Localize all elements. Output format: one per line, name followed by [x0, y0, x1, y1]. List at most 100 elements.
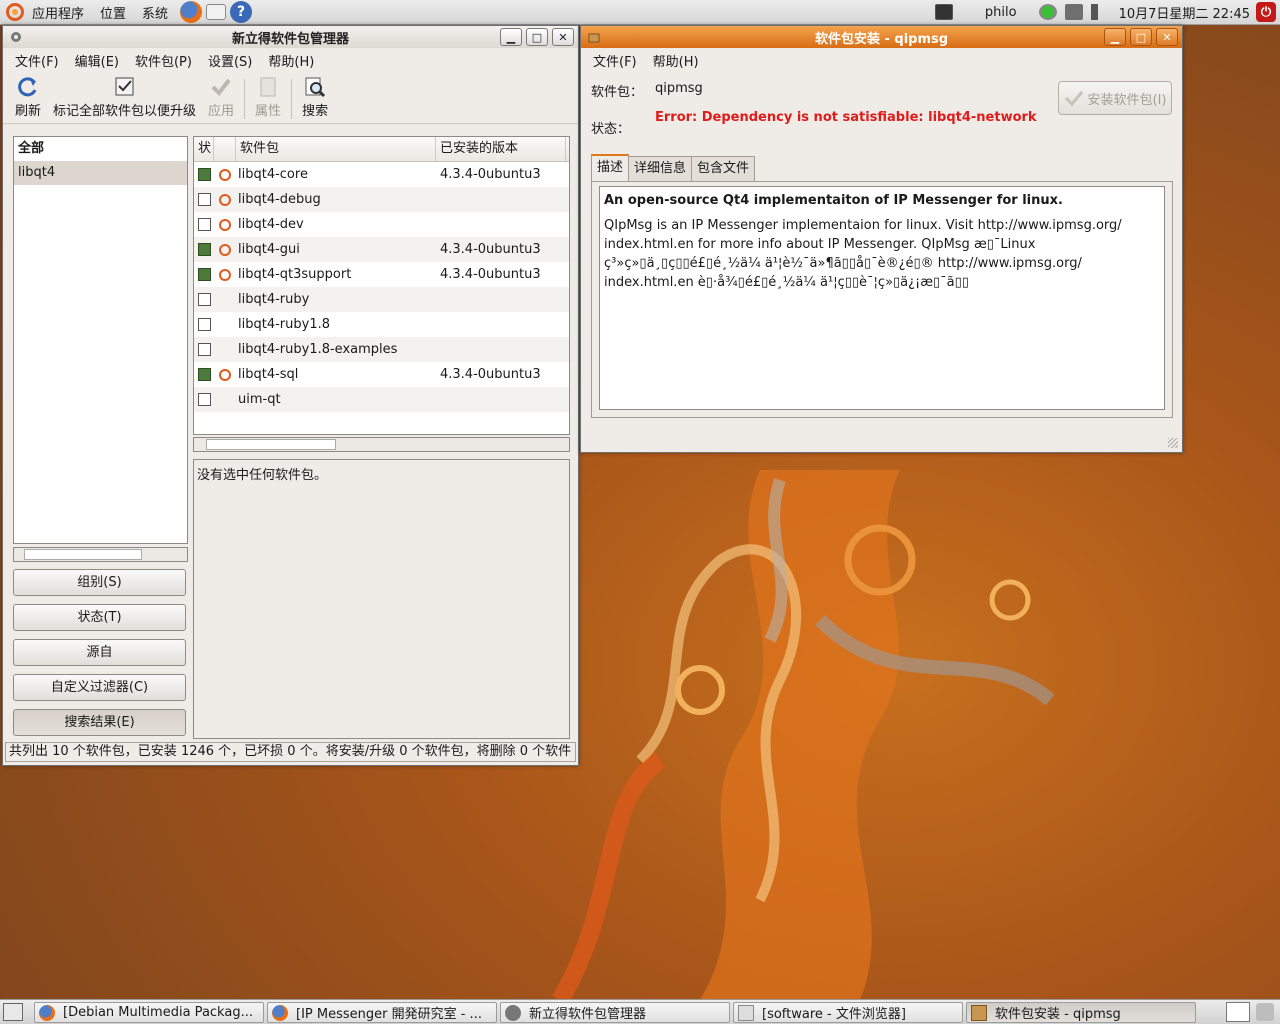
mark-all-upgrades-button[interactable]: 标记全部软件包以便升级	[47, 76, 202, 119]
applications-menu[interactable]: 应用程序	[24, 3, 92, 22]
workspace-switcher[interactable]	[1226, 1002, 1250, 1022]
search-results-button[interactable]: 搜索结果(E)	[13, 709, 186, 736]
close-button[interactable]: ✕	[1156, 28, 1178, 46]
package-row[interactable]: libqt4-dev	[194, 212, 569, 237]
menu-settings[interactable]: 设置(S)	[200, 51, 260, 70]
package-row[interactable]: libqt4-qt3support 4.3.4-0ubuntu3	[194, 262, 569, 287]
package-status-checkbox[interactable]	[197, 393, 211, 406]
package-status-checkbox[interactable]	[197, 218, 211, 231]
package-row[interactable]: uim-qt	[194, 387, 569, 412]
menu-help[interactable]: 帮助(H)	[645, 51, 707, 70]
resize-grip[interactable]	[1168, 438, 1178, 448]
mail-icon[interactable]	[206, 4, 227, 20]
package-row[interactable]: libqt4-debug	[194, 187, 569, 212]
network-manager-icon[interactable]	[1064, 4, 1083, 20]
apply-button[interactable]: 应用	[202, 76, 240, 119]
column-installed-version[interactable]: 已安装的版本	[436, 137, 566, 161]
package-row[interactable]: libqt4-core 4.3.4-0ubuntu3	[194, 162, 569, 187]
minimize-button[interactable]: ▁	[500, 28, 522, 46]
volume-icon[interactable]	[1090, 4, 1109, 20]
package-row[interactable]: libqt4-sql 4.3.4-0ubuntu3	[194, 362, 569, 387]
filter-item-libqt4[interactable]: libqt4	[14, 161, 187, 185]
menu-help[interactable]: 帮助(H)	[260, 51, 322, 70]
taskbar-item-package-installer[interactable]: 软件包安装 - qipmsg	[966, 1002, 1196, 1023]
custom-filters-button[interactable]: 自定义过滤器(C)	[13, 674, 186, 701]
taskbar-item-synaptic[interactable]: 新立得软件包管理器	[500, 1002, 730, 1023]
scrollbar-thumb[interactable]	[206, 439, 336, 450]
menu-file[interactable]: 文件(F)	[7, 51, 67, 70]
package-list-scrollbar[interactable]	[193, 437, 570, 452]
package-row[interactable]: libqt4-ruby1.8-examples	[194, 337, 569, 362]
bottom-panel: [Debian Multimedia Packag... [IP Messeng…	[0, 999, 1280, 1024]
package-status-checkbox[interactable]	[197, 243, 211, 256]
firefox-icon[interactable]	[180, 1, 203, 23]
package-status-checkbox[interactable]	[197, 343, 211, 356]
taskbar-item-debian-multimedia[interactable]: [Debian Multimedia Packag...	[34, 1002, 264, 1023]
column-package[interactable]: 软件包	[236, 137, 436, 161]
tab-description[interactable]: 描述	[591, 154, 630, 182]
package-status-checkbox[interactable]	[197, 193, 211, 206]
package-icon	[971, 1004, 987, 1021]
package-list-header: 状 软件包 已安装的版本	[194, 137, 569, 162]
checkmark-icon	[1064, 91, 1083, 106]
package-status-checkbox[interactable]	[197, 293, 211, 306]
firefox-icon	[39, 1004, 55, 1021]
taskbar-item-file-browser[interactable]: [software - 文件浏览器]	[733, 1002, 963, 1023]
maximize-button[interactable]: □	[1130, 28, 1152, 46]
properties-label: 属性	[255, 104, 282, 119]
power-icon[interactable]: ⏻	[1256, 2, 1276, 22]
synaptic-titlebar[interactable]: 新立得软件包管理器 ▁ □ ✕	[3, 26, 578, 48]
search-button[interactable]: 搜索	[296, 76, 334, 119]
origin-button[interactable]: 源自	[13, 639, 186, 666]
taskbar-label: 软件包安装 - qipmsg	[995, 1007, 1121, 1022]
trash-icon[interactable]	[1256, 1003, 1274, 1021]
package-status-checkbox[interactable]	[197, 268, 211, 281]
package-name: libqt4-ruby1.8-examples	[238, 342, 398, 357]
package-row[interactable]: libqt4-gui 4.3.4-0ubuntu3	[194, 237, 569, 262]
user-name[interactable]: philo	[985, 5, 1017, 20]
network-status-icon[interactable]	[1038, 4, 1057, 20]
menu-file[interactable]: 文件(F)	[585, 51, 645, 70]
terminal-icon[interactable]	[934, 4, 953, 20]
status-button[interactable]: 状态(T)	[13, 604, 186, 631]
sections-button[interactable]: 组别(S)	[13, 569, 186, 596]
install-package-button[interactable]: 安装软件包(I)	[1058, 81, 1172, 115]
package-row[interactable]: libqt4-ruby	[194, 287, 569, 312]
places-menu[interactable]: 位置	[92, 3, 134, 22]
show-desktop-icon[interactable]	[3, 1003, 23, 1021]
menu-package[interactable]: 软件包(P)	[127, 51, 200, 70]
column-status[interactable]: 状	[194, 137, 214, 161]
menu-edit[interactable]: 编辑(E)	[67, 51, 127, 70]
clock[interactable]: 10月7日星期二 22:45	[1119, 3, 1250, 22]
maximize-button[interactable]: □	[526, 28, 548, 46]
package-row[interactable]: libqt4-ruby1.8	[194, 312, 569, 337]
properties-button[interactable]: 属性	[249, 76, 287, 119]
filter-item-all[interactable]: 全部	[14, 137, 187, 161]
package-installed-version: 4.3.4-0ubuntu3	[440, 267, 541, 282]
mark-upgrades-icon	[115, 77, 134, 96]
package-status-checkbox[interactable]	[197, 318, 211, 331]
filter-list-scrollbar[interactable]	[13, 547, 188, 562]
column-support[interactable]	[214, 137, 236, 161]
ubuntu-support-icon	[219, 193, 231, 206]
taskbar-item-ip-messenger[interactable]: [IP Messenger 開発研究室 - ...	[267, 1002, 497, 1023]
package-label: 软件包：	[591, 85, 644, 100]
scrollbar-thumb[interactable]	[24, 549, 142, 560]
description-textview[interactable]: An open-source Qt4 implementaiton of IP …	[599, 186, 1165, 410]
ubuntu-logo-icon[interactable]	[6, 3, 24, 21]
help-icon[interactable]: ?	[230, 1, 253, 23]
package-status-checkbox[interactable]	[197, 368, 211, 381]
synaptic-app-icon	[11, 32, 21, 42]
close-button[interactable]: ✕	[552, 28, 574, 46]
synaptic-menubar: 文件(F) 编辑(E) 软件包(P) 设置(S) 帮助(H)	[3, 48, 578, 72]
tab-included-files[interactable]: 包含文件	[691, 156, 756, 182]
installer-titlebar[interactable]: 软件包安装 - qipmsg ▁ □ ✕	[581, 26, 1182, 48]
synaptic-statusbar: 共列出 10 个软件包，已安装 1246 个，已坏损 0 个。将安装/升级 0 …	[5, 742, 576, 762]
minimize-button[interactable]: ▁	[1104, 28, 1126, 46]
status-label: 状态：	[591, 122, 631, 137]
package-status-checkbox[interactable]	[197, 168, 211, 181]
package-installer-window: 软件包安装 - qipmsg ▁ □ ✕ 文件(F) 帮助(H) 软件包： qi…	[580, 25, 1183, 453]
system-menu[interactable]: 系统	[134, 3, 176, 22]
tab-details[interactable]: 详细信息	[628, 156, 693, 182]
refresh-button[interactable]: 刷新	[9, 76, 47, 119]
